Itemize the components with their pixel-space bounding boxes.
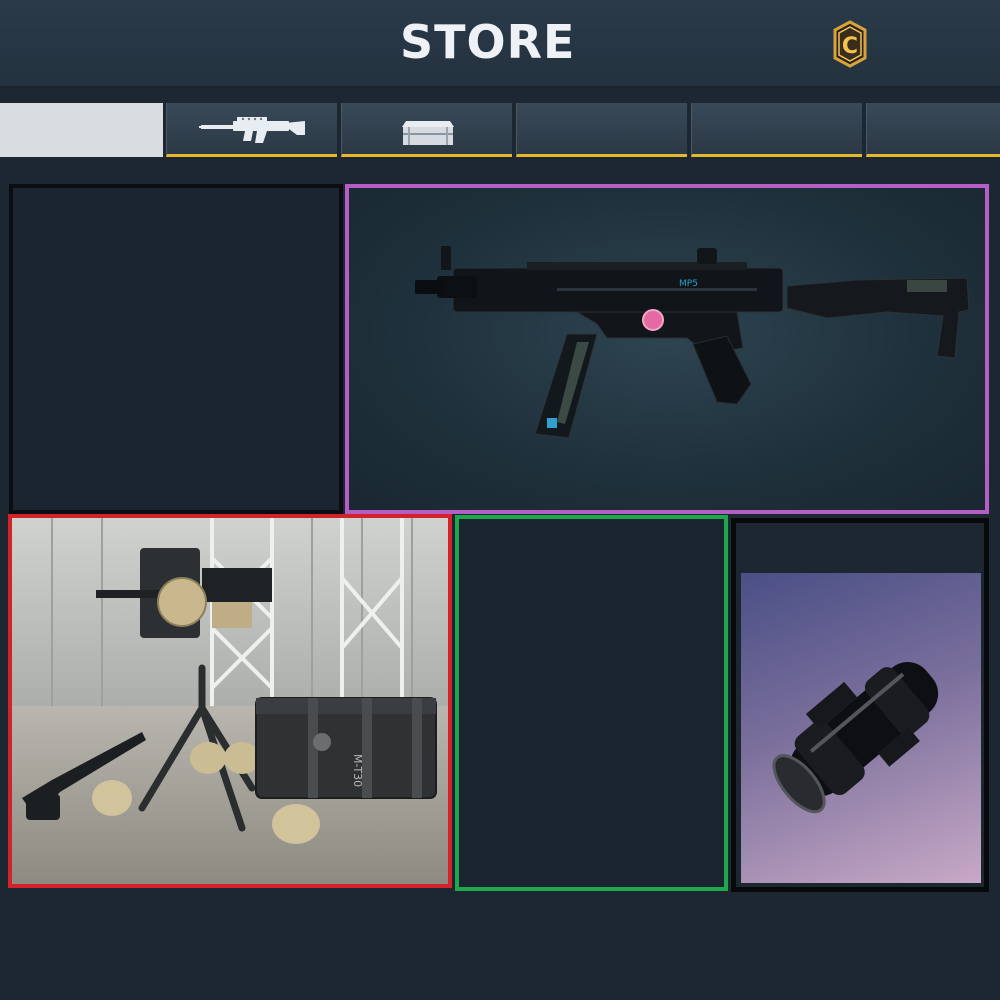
cod-coin-icon[interactable]: C (832, 20, 868, 68)
submachine-gun-icon: MP5 (407, 238, 973, 458)
assault-rifle-icon (197, 113, 307, 149)
store-header: STORE C (0, 0, 1000, 88)
page-title: STORE (400, 15, 576, 69)
sentry-turret-icon: M-T30 (12, 518, 448, 884)
mp5-item-card[interactable]: MP5 (345, 184, 989, 514)
featured-panel-empty[interactable] (9, 184, 343, 514)
coin-letter: C (842, 34, 858, 59)
tab-4[interactable] (516, 103, 687, 157)
tab-6[interactable] (866, 103, 1000, 157)
svg-text:MP5: MP5 (679, 279, 698, 289)
crate-icon (400, 113, 456, 149)
scope-attachment-icon (741, 573, 981, 883)
tab-crates[interactable] (341, 103, 512, 157)
case-label: M-T30 (351, 754, 364, 787)
store-tabs (0, 103, 1000, 161)
tab-weapons[interactable] (166, 103, 337, 157)
scope-item-card[interactable] (731, 518, 989, 892)
empty-item-card[interactable] (455, 515, 728, 891)
sentry-turret-item-card[interactable]: M-T30 (8, 514, 452, 888)
tab-5[interactable] (691, 103, 862, 157)
scope-image (741, 573, 981, 883)
tab-featured[interactable] (0, 103, 163, 157)
